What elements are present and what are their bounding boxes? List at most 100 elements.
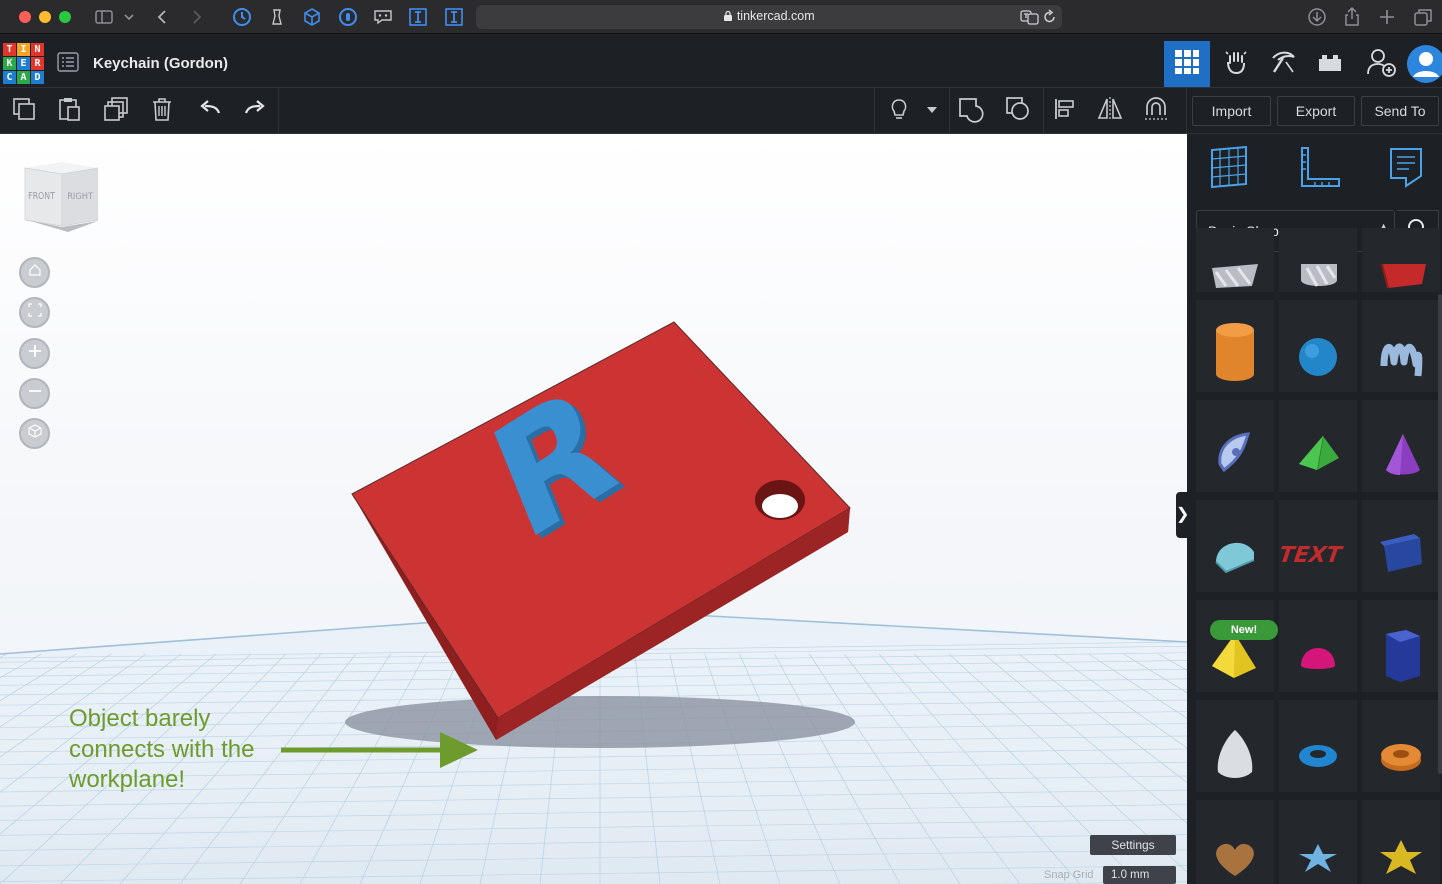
duplicate-icon [103, 96, 129, 127]
shape-cylinder-striped[interactable] [1279, 228, 1357, 292]
shape-round-roof[interactable] [1196, 500, 1274, 592]
home-view-button[interactable] [19, 257, 50, 288]
annotation-line: connects with the [69, 735, 255, 763]
redo-button[interactable] [240, 96, 270, 126]
svg-text:TEXT: TEXT [1279, 542, 1345, 568]
tab-overview-icon[interactable] [1413, 7, 1433, 27]
new-tab-icon[interactable] [1378, 7, 1396, 27]
tab-workplane[interactable] [1204, 145, 1254, 192]
extension-text-cursor-icon[interactable] [408, 7, 428, 27]
profile-avatar[interactable] [1404, 41, 1442, 87]
address-bar[interactable]: tinkercad.com [476, 5, 1062, 29]
shape-cone-purple[interactable] [1362, 400, 1440, 492]
extension-text-cursor-2-icon[interactable] [444, 7, 464, 27]
zoom-in-button[interactable] [19, 338, 50, 369]
paste-icon [56, 96, 82, 127]
mirror-icon [1096, 95, 1124, 128]
extension-ghost-icon[interactable] [268, 7, 286, 27]
settings-button[interactable]: Settings [1090, 835, 1176, 855]
shape-star-yellow[interactable] [1362, 800, 1440, 884]
extension-clock-icon[interactable] [232, 7, 252, 27]
close-window-button[interactable] [19, 11, 31, 23]
export-button[interactable]: Export [1277, 96, 1355, 126]
svg-text:FRONT: FRONT [28, 192, 56, 202]
delete-button[interactable] [147, 96, 177, 126]
toolbar-divider [278, 88, 279, 134]
reload-icon[interactable] [1043, 9, 1057, 30]
shape-text[interactable]: TEXT [1279, 500, 1357, 592]
3d-design-view-button[interactable] [1164, 41, 1210, 87]
shape-tube-orange[interactable] [1362, 700, 1440, 792]
shape-half-sphere-pink[interactable] [1279, 600, 1357, 692]
annotation-note: Object barely connects with the workplan… [69, 704, 299, 796]
zoom-window-button[interactable] [59, 11, 71, 23]
undo-button[interactable] [195, 96, 225, 126]
downloads-icon[interactable] [1307, 7, 1327, 27]
show-notes-button[interactable] [884, 96, 914, 126]
shape-star-blue[interactable] [1279, 800, 1357, 884]
design-list-icon[interactable] [57, 52, 79, 72]
tinkercad-logo[interactable]: T I N K E R C A D [3, 43, 45, 85]
minimize-window-button[interactable] [39, 11, 51, 23]
object-shadow [345, 696, 855, 748]
group-button[interactable] [956, 96, 986, 126]
home-icon [28, 263, 42, 282]
grid-icon [1174, 49, 1200, 80]
mirror-button[interactable] [1095, 96, 1125, 126]
ungroup-button[interactable] [1003, 96, 1033, 126]
shape-sphere-blue[interactable] [1279, 300, 1357, 392]
duplicate-button[interactable] [101, 96, 131, 126]
tab-ruler[interactable] [1294, 146, 1344, 192]
shape-paraboloid[interactable] [1196, 700, 1274, 792]
send-to-button[interactable]: Send To [1361, 96, 1439, 126]
shape-torus-blue[interactable] [1279, 700, 1357, 792]
tab-notes[interactable] [1381, 146, 1431, 192]
chevron-down-icon[interactable] [122, 7, 136, 27]
magnet-icon [1142, 95, 1170, 128]
paste-button[interactable] [54, 96, 84, 126]
share-icon[interactable] [1343, 7, 1361, 27]
annotation-line: workplane! [69, 766, 186, 793]
snap-grid-select[interactable]: 1.0 mm [1103, 866, 1176, 884]
shape-polygon-blue[interactable] [1362, 600, 1440, 692]
copy-button[interactable] [9, 96, 39, 126]
translate-icon[interactable] [1020, 8, 1040, 31]
shapes-panel: Basic Shapes ▲▼ [1187, 134, 1442, 884]
shape-generator[interactable] [1196, 400, 1274, 492]
toolbar-divider [949, 88, 950, 134]
workplane-viewport[interactable]: R R FRONT RIGHT Object barely connects w… [0, 134, 1187, 884]
back-icon[interactable] [154, 7, 170, 27]
design-title[interactable]: Keychain (Gordon) [93, 55, 228, 72]
bricks-button[interactable] [1307, 41, 1353, 87]
zoom-out-button[interactable] [19, 378, 50, 409]
view-cube[interactable]: FRONT RIGHT [24, 160, 99, 232]
extension-cube-icon[interactable] [302, 7, 322, 27]
shape-heart[interactable] [1196, 800, 1274, 884]
add-user-button[interactable] [1358, 41, 1404, 87]
ungroup-icon [1004, 95, 1032, 128]
shape-box-red[interactable] [1362, 228, 1440, 292]
import-button[interactable]: Import [1192, 96, 1271, 126]
extension-chat-icon[interactable] [372, 7, 394, 27]
shape-pyramid-yellow[interactable] [1196, 600, 1274, 692]
align-button[interactable] [1050, 96, 1080, 126]
copy-icon [11, 96, 37, 127]
shape-box-blue[interactable] [1362, 500, 1440, 592]
codeblocks-button[interactable] [1260, 41, 1306, 87]
circuits-button[interactable] [1213, 41, 1259, 87]
fit-view-button[interactable] [19, 297, 50, 328]
shape-scribble[interactable] [1362, 300, 1440, 392]
forward-icon[interactable] [189, 7, 205, 27]
notes-dropdown-button[interactable] [920, 96, 944, 126]
panel-scrollbar[interactable] [1438, 294, 1442, 774]
shape-cylinder-orange[interactable] [1196, 300, 1274, 392]
lock-icon [723, 9, 736, 23]
sidebar-toggle-icon[interactable] [94, 7, 114, 27]
note-icon [1388, 146, 1424, 193]
cruise-button[interactable] [1141, 96, 1171, 126]
minus-icon [28, 384, 42, 403]
perspective-button[interactable] [19, 418, 50, 449]
extension-password-icon[interactable] [338, 7, 358, 27]
shape-roof-green[interactable] [1279, 400, 1357, 492]
shape-box-striped[interactable] [1196, 228, 1274, 292]
